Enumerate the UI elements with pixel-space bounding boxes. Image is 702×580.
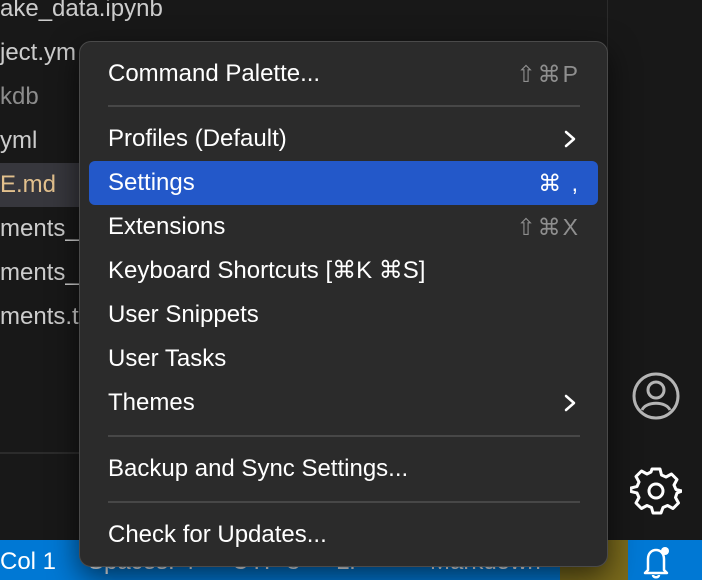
file-name: ments.t <box>0 303 79 330</box>
account-icon[interactable] <box>630 370 682 422</box>
file-name: ments_c <box>0 259 91 286</box>
menu-separator <box>108 435 580 437</box>
menu-item-user-snippets[interactable]: User Snippets <box>89 293 598 337</box>
menu-item-keyboard-shortcuts[interactable]: Keyboard Shortcuts [⌘K ⌘S] <box>89 249 598 293</box>
menu-item-settings[interactable]: Settings ⌘ , <box>89 161 598 205</box>
activity-bar <box>607 0 702 540</box>
menu-item-shortcut: ⇧⌘X <box>516 214 580 240</box>
menu-item-user-tasks[interactable]: User Tasks <box>89 337 598 381</box>
menu-item-profiles[interactable]: Profiles (Default) <box>89 117 598 161</box>
menu-item-label: Settings <box>108 169 195 196</box>
menu-item-shortcut: ⇧⌘P <box>516 61 580 87</box>
menu-separator <box>108 501 580 503</box>
file-name: kdb <box>0 83 39 110</box>
menu-item-label: Backup and Sync Settings... <box>108 455 409 482</box>
file-name: ake_data.ipynb <box>0 0 163 22</box>
file-item[interactable]: ake_data.ipynb <box>0 0 607 31</box>
menu-item-label: Keyboard Shortcuts [⌘K ⌘S] <box>108 257 426 284</box>
bell-icon[interactable] <box>636 544 676 580</box>
cursor-position[interactable]: Col 1 <box>0 540 56 580</box>
vscode-window: ake_data.ipynb ject.ym kdb yml E.md ment… <box>0 0 702 580</box>
file-name: yml <box>0 127 38 154</box>
gear-icon[interactable] <box>629 465 684 517</box>
menu-item-command-palette[interactable]: Command Palette... ⇧⌘P <box>89 52 598 96</box>
menu-item-label: Extensions <box>108 213 226 240</box>
chevron-right-icon <box>564 130 576 148</box>
menu-item-themes[interactable]: Themes <box>89 381 598 425</box>
menu-item-check-updates[interactable]: Check for Updates... <box>89 513 598 557</box>
file-name: ject.ym <box>0 39 77 66</box>
menu-item-shortcut: ⌘ , <box>538 170 580 196</box>
menu-item-label: Check for Updates... <box>108 521 327 548</box>
menu-item-backup-sync[interactable]: Backup and Sync Settings... <box>89 447 598 491</box>
menu-item-label: Command Palette... <box>108 60 321 87</box>
chevron-right-icon <box>564 394 576 412</box>
menu-item-label: Profiles (Default) <box>108 125 287 152</box>
menu-item-label: User Snippets <box>108 301 259 328</box>
file-name: E.md <box>0 171 57 198</box>
menu-item-label: Themes <box>108 389 195 416</box>
file-name: ments_l <box>0 215 85 242</box>
menu-item-extensions[interactable]: Extensions ⇧⌘X <box>89 205 598 249</box>
menu-item-label: User Tasks <box>108 345 227 372</box>
menu-separator <box>108 105 580 107</box>
manage-menu: Command Palette... ⇧⌘P Profiles (Default… <box>79 41 608 567</box>
